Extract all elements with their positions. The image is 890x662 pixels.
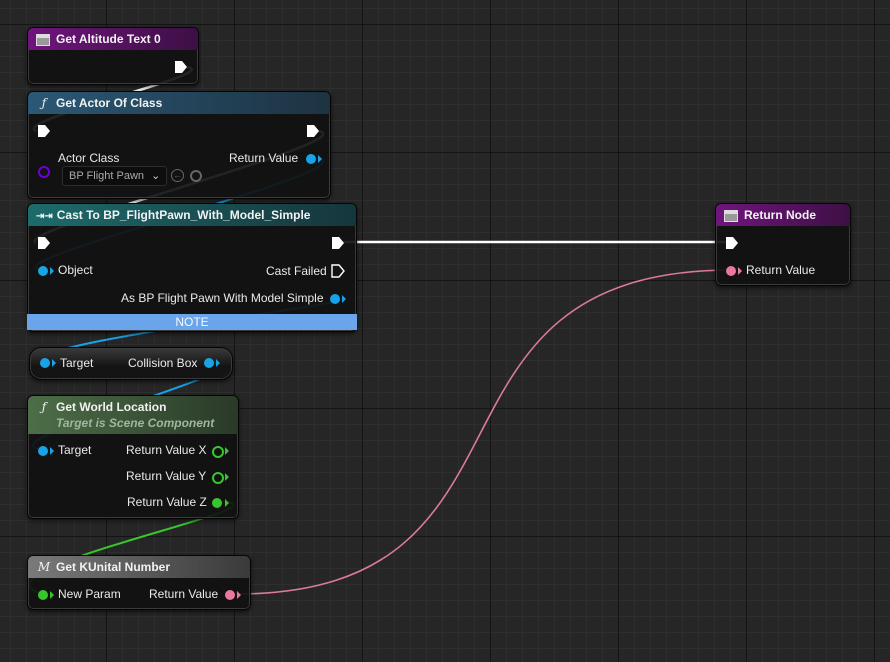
node-header: M Get KUnital Number	[28, 556, 250, 578]
actor-class-dropdown[interactable]: BP Flight Pawn ⌄	[62, 166, 168, 186]
cast-failed-exec-pin[interactable]	[331, 264, 345, 278]
node-header: ƒ Get Actor Of Class	[28, 92, 330, 114]
object-label: Object	[58, 263, 93, 277]
pin-arrow-icon	[738, 267, 742, 275]
return-value-pin[interactable]	[306, 154, 316, 164]
exec-out-pin[interactable]	[306, 124, 320, 138]
pin-arrow-icon	[225, 447, 229, 455]
as-cast-pin[interactable]	[330, 294, 340, 304]
return-value-pin[interactable]	[225, 590, 235, 600]
actor-class-value: BP Flight Pawn	[69, 170, 145, 182]
cast-failed-label: Cast Failed	[266, 264, 327, 278]
node-get-actor-of-class[interactable]: ƒ Get Actor Of Class Actor Class BP Fligh…	[27, 91, 331, 199]
node-get-world-location[interactable]: ƒ Get World Location Target is Scene Comp…	[27, 395, 239, 519]
macro-icon: M	[37, 560, 51, 574]
node-header: ƒ Get World Location Target is Scene Comp…	[28, 396, 238, 434]
function-graph-icon	[724, 209, 738, 222]
note-bar[interactable]: NOTE	[27, 314, 357, 330]
return-value-label: Return Value	[746, 263, 816, 277]
return-x-pin[interactable]	[212, 446, 224, 458]
node-subtitle: Target is Scene Component	[56, 416, 215, 430]
object-pin[interactable]	[38, 266, 48, 276]
target-pin[interactable]	[40, 358, 50, 368]
pin-arrow-icon	[225, 473, 229, 481]
target-pin[interactable]	[38, 446, 48, 456]
browse-search-icon[interactable]	[190, 170, 202, 182]
node-cast-to[interactable]: ⇥⇥ Cast To BP_FlightPawn_With_Model_Simpl…	[27, 203, 357, 332]
node-header: ⇥⇥ Cast To BP_FlightPawn_With_Model_Simpl…	[28, 204, 356, 226]
new-param-label: New Param	[58, 587, 121, 601]
function-icon: ƒ	[41, 96, 47, 110]
new-param-pin[interactable]	[38, 590, 48, 600]
chevron-down-icon: ⌄	[151, 170, 161, 182]
actor-class-label: Actor Class	[58, 151, 120, 165]
actor-class-pin[interactable]	[38, 166, 50, 178]
exec-out-pin[interactable]	[331, 236, 345, 250]
node-title: Return Node	[744, 208, 816, 222]
return-y-label: Return Value Y	[126, 469, 207, 483]
exec-in-pin[interactable]	[37, 236, 51, 250]
collision-box-pin[interactable]	[204, 358, 214, 368]
pin-arrow-icon	[52, 359, 56, 367]
target-label: Target	[58, 443, 92, 457]
node-title: Get Altitude Text 0	[56, 32, 161, 46]
return-z-label: Return Value Z	[127, 495, 207, 509]
function-graph-icon	[36, 33, 50, 46]
exec-out-pin[interactable]	[174, 60, 188, 74]
return-value-label: Return Value	[149, 587, 219, 601]
pin-arrow-icon	[216, 359, 220, 367]
pin-arrow-icon	[50, 591, 54, 599]
node-title: Cast To BP_FlightPawn_With_Model_Simple	[56, 208, 311, 222]
pin-arrow-icon	[50, 267, 54, 275]
return-value-label: Return Value	[229, 151, 299, 165]
node-return[interactable]: Return Node Return Value	[715, 203, 851, 286]
node-collision-box[interactable]: Target Collision Box	[29, 347, 233, 380]
node-get-altitude-text[interactable]: Get Altitude Text 0	[27, 27, 199, 85]
node-title: Get Actor Of Class	[56, 96, 163, 110]
exec-in-pin[interactable]	[725, 236, 739, 250]
pin-arrow-icon	[342, 295, 346, 303]
node-title: Get KUnital Number	[56, 560, 171, 574]
use-selected-icon[interactable]: ←	[171, 169, 184, 182]
pin-arrow-icon	[318, 155, 322, 163]
node-header: Get Altitude Text 0	[28, 28, 198, 50]
cast-icon: ⇥⇥	[36, 211, 53, 222]
node-header: Return Node	[716, 204, 850, 226]
return-x-label: Return Value X	[126, 443, 207, 457]
pin-arrow-icon	[225, 499, 229, 507]
exec-in-pin[interactable]	[37, 124, 51, 138]
as-cast-label: As BP Flight Pawn With Model Simple	[121, 291, 324, 305]
node-get-kunital-number[interactable]: M Get KUnital Number New Param Return Val…	[27, 555, 251, 610]
collision-box-label: Collision Box	[128, 356, 198, 370]
pin-arrow-icon	[237, 591, 241, 599]
return-y-pin[interactable]	[212, 472, 224, 484]
pin-arrow-icon	[50, 447, 54, 455]
return-z-pin[interactable]	[212, 498, 222, 508]
target-label: Target	[60, 356, 94, 370]
return-value-pin[interactable]	[726, 266, 736, 276]
